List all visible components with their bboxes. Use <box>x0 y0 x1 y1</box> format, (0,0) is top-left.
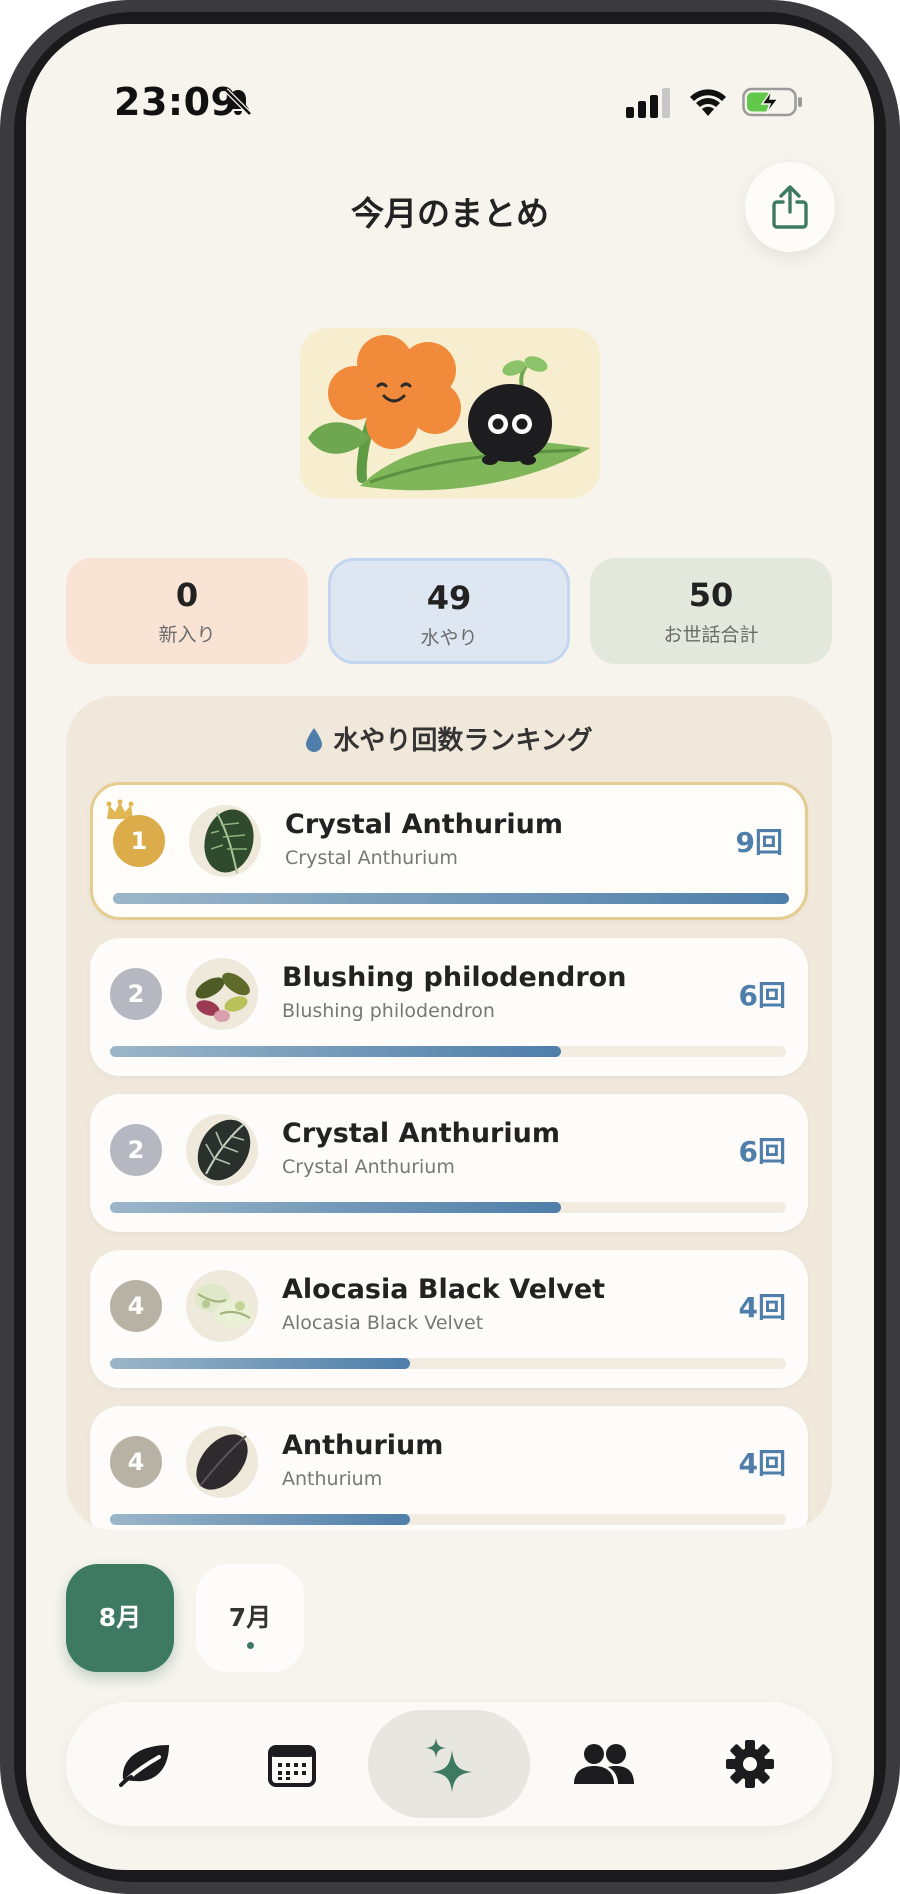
plant-thumbnail <box>186 1114 258 1186</box>
ranking-item[interactable]: 1 Crystal Anthurium Crystal Anthurium 9回 <box>90 782 808 920</box>
progress-track <box>110 1202 786 1213</box>
progress-track <box>110 1358 786 1369</box>
progress-fill <box>110 1358 411 1369</box>
stat-value: 49 <box>426 579 472 617</box>
ranking-item[interactable]: 4 Anthurium Anthurium 4回 <box>90 1406 808 1530</box>
month-label: 7月 <box>228 1603 272 1632</box>
ranking-item[interactable]: 2 Crystal Anthurium Crystal Anthurium 6回 <box>90 1094 808 1232</box>
plant-name: Crystal Anthurium <box>282 1118 560 1149</box>
rank-badge: 1 <box>113 815 165 867</box>
plant-thumbnail <box>189 805 261 877</box>
tab-plants[interactable] <box>76 1710 216 1818</box>
tab-settings[interactable] <box>680 1710 820 1818</box>
plant-name: Crystal Anthurium <box>285 809 563 840</box>
bottom-tab-bar <box>66 1702 832 1826</box>
calendar-icon <box>268 1745 316 1787</box>
plant-name: Blushing philodendron <box>282 962 627 993</box>
share-icon <box>772 185 808 229</box>
water-drop-icon <box>306 728 323 752</box>
gear-icon <box>726 1740 774 1788</box>
ranking-item[interactable]: 2 Blushing philodendron Blushing philode… <box>90 938 808 1076</box>
screen: 23:09 今月のまとめ 0 新入り 49 水やり 50 お世話合計 水やり回数… <box>26 24 874 1870</box>
progress-track <box>110 1514 786 1525</box>
watering-ranking-panel[interactable]: 水やり回数ランキング 1 Crystal Anthurium Crystal A… <box>66 696 832 1530</box>
tab-calendar[interactable] <box>222 1710 362 1818</box>
tab-community[interactable] <box>534 1710 674 1818</box>
rank-badge: 4 <box>110 1280 162 1332</box>
watering-count: 6回 <box>738 979 786 1012</box>
plant-thumbnail <box>186 1270 258 1342</box>
rank-badge: 2 <box>110 968 162 1020</box>
watering-count: 9回 <box>735 826 783 859</box>
ranking-title: 水やり回数ランキング <box>333 726 593 756</box>
plant-name: Anthurium <box>282 1430 444 1461</box>
ranking-header: 水やり回数ランキング <box>66 720 832 757</box>
plant-name: Alocasia Black Velvet <box>282 1274 606 1305</box>
watering-count: 6回 <box>738 1135 786 1168</box>
plant-subtitle: Crystal Anthurium <box>285 847 458 869</box>
stat-label: 新入り <box>158 624 216 646</box>
hero-illustration <box>300 328 600 498</box>
watering-count: 4回 <box>738 1447 786 1480</box>
plant-subtitle: Blushing philodendron <box>282 1000 495 1022</box>
leaf-icon <box>119 1745 169 1787</box>
people-icon <box>574 1744 634 1784</box>
status-time: 23:09 <box>114 80 238 124</box>
sparkle-icon <box>426 1738 472 1792</box>
plant-thumbnail <box>186 958 258 1030</box>
progress-fill <box>113 893 789 904</box>
ranking-item[interactable]: 4 Alocasia Black Velvet Alocasia Black V… <box>90 1250 808 1388</box>
plant-subtitle: Anthurium <box>282 1468 383 1490</box>
month-tab-august[interactable]: 8月 <box>66 1564 174 1672</box>
stat-value: 50 <box>688 576 734 614</box>
phone-frame: 23:09 今月のまとめ 0 新入り 49 水やり 50 お世話合計 水やり回数… <box>0 0 900 1894</box>
activity-dot <box>246 1642 254 1649</box>
watering-count: 4回 <box>738 1291 786 1324</box>
progress-fill <box>110 1202 561 1213</box>
signal-icon <box>626 88 670 118</box>
share-button[interactable] <box>745 162 835 252</box>
stat-value: 0 <box>175 576 199 614</box>
stat-watering[interactable]: 49 水やり <box>328 558 570 664</box>
wifi-icon <box>690 89 726 116</box>
plant-subtitle: Crystal Anthurium <box>282 1156 455 1178</box>
month-tab-july[interactable]: 7月 <box>196 1564 304 1672</box>
progress-fill <box>110 1514 411 1525</box>
stat-care-total: 50 お世話合計 <box>590 558 832 664</box>
rank-badge: 4 <box>110 1436 162 1488</box>
rank-badge: 2 <box>110 1124 162 1176</box>
plant-subtitle: Alocasia Black Velvet <box>282 1312 484 1334</box>
progress-fill <box>110 1046 561 1057</box>
stat-label: 水やり <box>420 627 478 649</box>
tab-summary[interactable] <box>368 1710 530 1818</box>
stat-new-plants: 0 新入り <box>66 558 308 664</box>
month-label: 8月 <box>98 1603 142 1632</box>
battery-charging-icon <box>742 87 802 117</box>
stat-label: お世話合計 <box>663 624 759 646</box>
progress-track <box>113 893 789 904</box>
plant-thumbnail <box>186 1426 258 1498</box>
bell-muted-icon <box>224 88 252 116</box>
progress-track <box>110 1046 786 1057</box>
